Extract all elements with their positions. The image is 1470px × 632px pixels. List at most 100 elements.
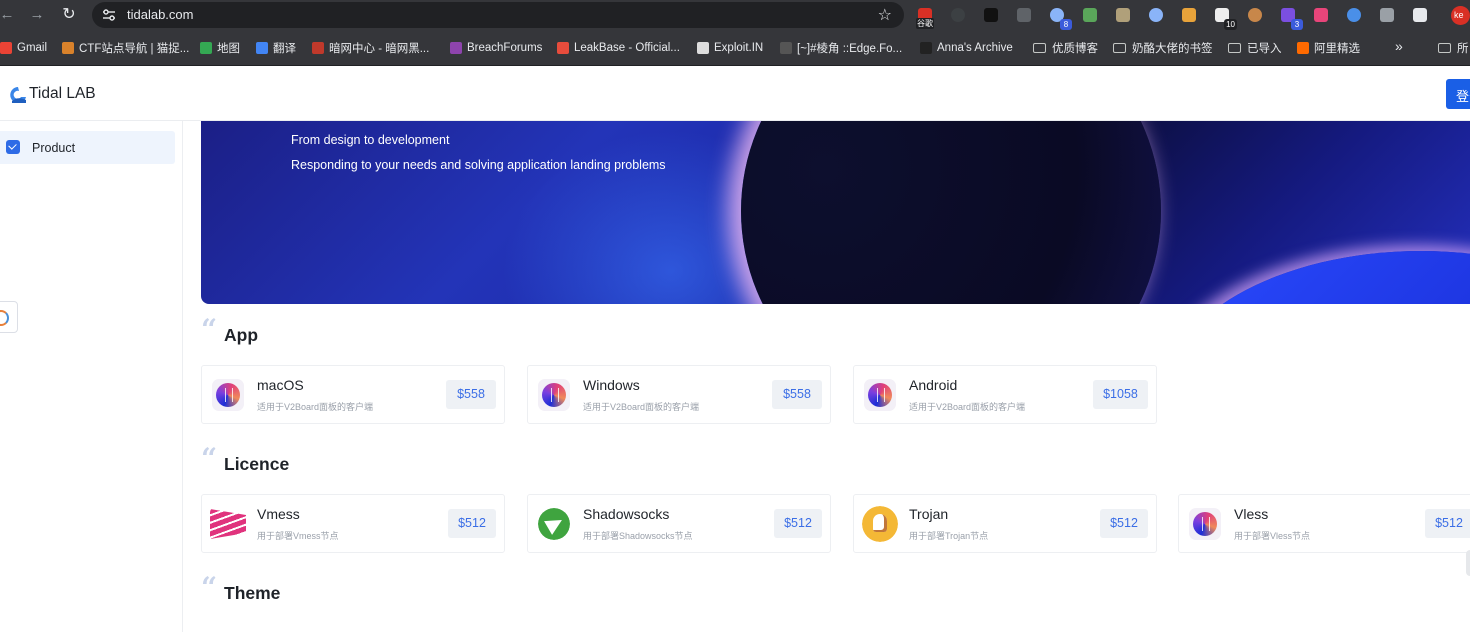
- puzzle-extension-icon[interactable]: [1409, 4, 1431, 26]
- grid-extension-icon[interactable]: 8: [1046, 4, 1072, 30]
- quote-icon: “: [201, 571, 218, 604]
- extensions-bar: 谷歌 8 10 3: [914, 4, 1442, 30]
- folder-icon: [1113, 43, 1126, 53]
- bookmark-item[interactable]: Exploit.IN: [697, 40, 763, 56]
- brand-name[interactable]: Tidal LAB: [29, 85, 96, 103]
- bookmark-label: Gmail: [17, 42, 48, 54]
- product-card-android[interactable]: Android 适用于V2Board面板的客户端 $1058: [853, 365, 1157, 424]
- extension-glyph: [984, 8, 998, 22]
- bookmark-label: 所: [1457, 43, 1469, 55]
- favicon-icon: [1297, 42, 1309, 54]
- card-description: 用于部署Trojan节点: [909, 531, 989, 541]
- chrome-extension-icon[interactable]: [1178, 4, 1200, 26]
- wave-logo-icon[interactable]: [9, 86, 27, 103]
- calendar-extension-icon[interactable]: 10: [1211, 4, 1237, 30]
- ring-extension-icon[interactable]: [1112, 4, 1134, 26]
- bookmark-item[interactable]: 已导入: [1228, 40, 1282, 56]
- back-arrow-icon[interactable]: ←: [0, 6, 16, 24]
- price-tag[interactable]: $1058: [1093, 380, 1148, 409]
- favicon-icon: [557, 42, 569, 54]
- puzzle-green-extension-icon[interactable]: [1079, 4, 1101, 26]
- card-title: Windows: [583, 377, 640, 393]
- bookmark-item[interactable]: Gmail: [0, 40, 47, 56]
- bookmark-label: Anna's Archive: [937, 42, 1013, 54]
- quote-icon: “: [201, 313, 218, 346]
- guge-extension-icon[interactable]: 谷歌: [914, 4, 936, 29]
- product-card-vless[interactable]: Vless 用于部署Vless节点 $512: [1178, 494, 1470, 553]
- gear-extension-icon[interactable]: [1376, 4, 1398, 26]
- extension-glyph: [1182, 8, 1196, 22]
- site-header: Tidal LAB 登录: [0, 67, 1470, 121]
- bookmark-label: 阿里精选: [1314, 43, 1360, 55]
- bookmark-item[interactable]: CTF站点导航 | 猫捉...: [62, 40, 189, 56]
- bookmark-label: [~]#棱角 ::Edge.Fo...: [797, 43, 903, 55]
- app-logo-icon: [538, 379, 570, 411]
- bookmark-item[interactable]: 阿里精选: [1297, 40, 1360, 56]
- extension-glyph: [1413, 8, 1427, 22]
- extension-badge: 谷歌: [916, 18, 934, 29]
- card-title: Shadowsocks: [583, 506, 670, 522]
- more-bookmarks-icon[interactable]: »: [1395, 38, 1403, 54]
- card-description: 适用于V2Board面板的客户端: [257, 402, 374, 412]
- hat-extension-icon[interactable]: [1013, 4, 1035, 26]
- extension-glyph: [1116, 8, 1130, 22]
- bookmark-item[interactable]: LeakBase - Official...: [557, 40, 680, 56]
- url-text[interactable]: tidalab.com: [127, 7, 193, 22]
- login-button[interactable]: 登录: [1446, 79, 1470, 109]
- section-title-app: “ App: [201, 313, 259, 346]
- extension-badge: 10: [1224, 19, 1237, 30]
- forward-arrow-icon[interactable]: →: [28, 6, 46, 24]
- bookmark-star-icon[interactable]: ☆: [878, 5, 892, 25]
- purple-extension-icon[interactable]: 3: [1277, 4, 1303, 30]
- bookmark-item[interactable]: [~]#棱角 ::Edge.Fo...: [780, 40, 902, 56]
- app-logo-icon: [1189, 508, 1221, 540]
- product-card-shadowsocks[interactable]: Shadowsocks 用于部署Shadowsocks节点 $512: [527, 494, 831, 553]
- price-tag[interactable]: $512: [774, 509, 822, 538]
- bookmark-item[interactable]: 奶酪大佬的书签: [1113, 40, 1213, 56]
- reload-icon[interactable]: ↻: [60, 6, 78, 24]
- bookmark-label: 地图: [217, 43, 240, 55]
- bookmark-item[interactable]: 优质博客: [1033, 40, 1098, 56]
- profile-avatar[interactable]: ke: [1451, 6, 1470, 25]
- sidebar-item-product[interactable]: Product: [0, 131, 175, 164]
- price-tag[interactable]: $558: [446, 380, 496, 409]
- banner-decoration: [741, 121, 1161, 304]
- price-tag[interactable]: $512: [448, 509, 496, 538]
- extension-glyph: [1083, 8, 1097, 22]
- x-extension-icon[interactable]: [947, 4, 969, 26]
- circle-blue-extension-icon[interactable]: [1145, 4, 1167, 26]
- price-tag[interactable]: $512: [1100, 509, 1148, 538]
- floating-widget-icon[interactable]: [0, 301, 18, 333]
- extension-glyph: [1347, 8, 1361, 22]
- quote-icon: “: [201, 442, 218, 475]
- doc-extension-icon[interactable]: [1343, 4, 1365, 26]
- bookmark-item[interactable]: 所: [1438, 40, 1469, 56]
- floating-scroll-handle[interactable]: [1466, 550, 1470, 576]
- card-title: macOS: [257, 377, 304, 393]
- site-settings-icon[interactable]: [102, 8, 116, 22]
- product-card-trojan[interactable]: Trojan 用于部署Trojan节点 $512: [853, 494, 1157, 553]
- product-card-windows[interactable]: Windows 适用于V2Board面板的客户端 $558: [527, 365, 831, 424]
- price-tag[interactable]: $512: [1425, 509, 1470, 538]
- bookmark-item[interactable]: 暗网中心 - 暗网黑...: [312, 40, 429, 56]
- bookmark-label: 已导入: [1247, 43, 1282, 55]
- address-bar[interactable]: tidalab.com ☆: [92, 2, 904, 28]
- dark-extension-icon[interactable]: [980, 4, 1002, 26]
- bookmark-item[interactable]: BreachForums: [450, 40, 542, 56]
- cookie-extension-icon[interactable]: [1244, 4, 1266, 26]
- card-description: 用于部署Shadowsocks节点: [583, 531, 693, 541]
- product-icon: [6, 140, 20, 154]
- card-description: 用于部署Vmess节点: [257, 531, 339, 541]
- price-tag[interactable]: $558: [772, 380, 822, 409]
- favicon-icon: [200, 42, 212, 54]
- product-card-macos[interactable]: macOS 适用于V2Board面板的客户端 $558: [201, 365, 505, 424]
- product-card-vmess[interactable]: Vmess 用于部署Vmess节点 $512: [201, 494, 505, 553]
- favicon-icon: [920, 42, 932, 54]
- favicon-icon: [450, 42, 462, 54]
- paper-plane-logo-icon: [538, 508, 570, 540]
- bookmark-item[interactable]: 翻译: [256, 40, 296, 56]
- translate-extension-icon[interactable]: [1310, 4, 1332, 26]
- bookmark-label: CTF站点导航 | 猫捉...: [79, 43, 190, 55]
- bookmark-item[interactable]: Anna's Archive: [920, 40, 1013, 56]
- bookmark-item[interactable]: 地图: [200, 40, 240, 56]
